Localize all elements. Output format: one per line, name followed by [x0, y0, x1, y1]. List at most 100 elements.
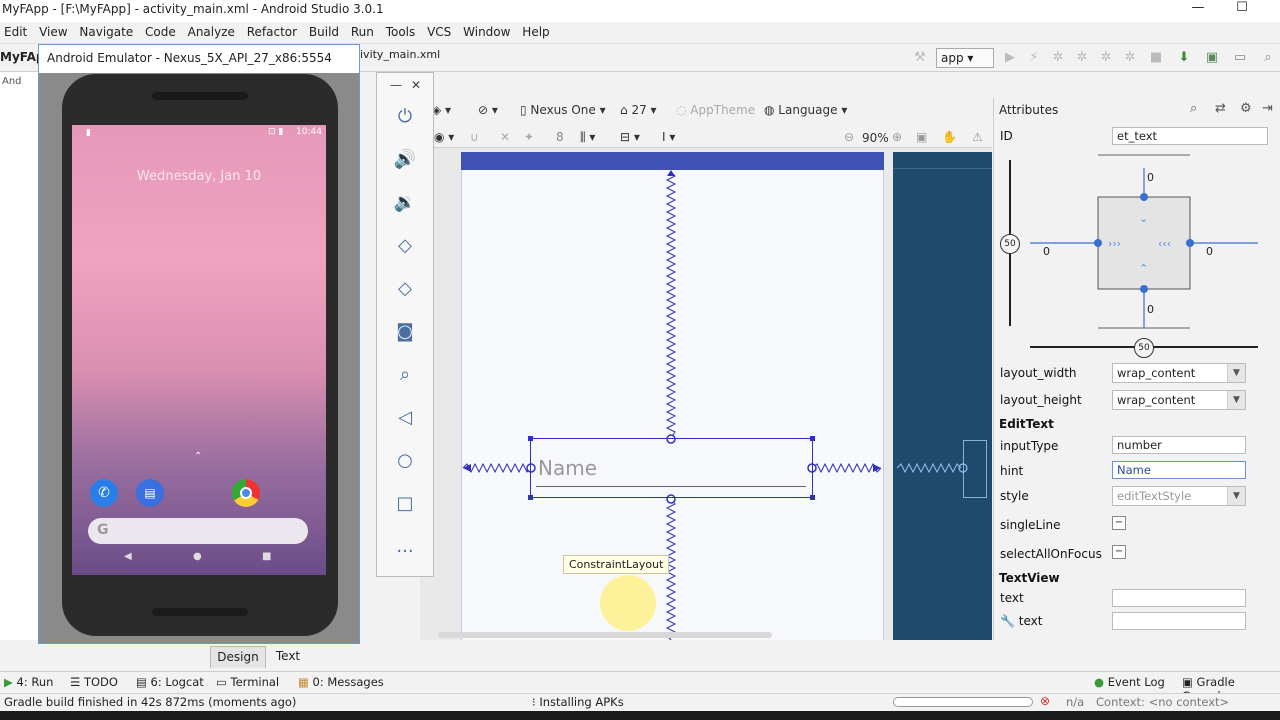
attach-icon[interactable]: ✲ — [1098, 50, 1114, 66]
stop-icon[interactable]: ■ — [1148, 50, 1164, 66]
align-icon[interactable]: ⊟ ▾ — [620, 130, 640, 144]
margin-top[interactable]: 0 — [1147, 171, 1154, 184]
canvas-scrollbar[interactable] — [438, 632, 772, 638]
apply-changes-icon[interactable]: ⚡ — [1026, 50, 1042, 66]
overview-icon[interactable]: □ — [390, 489, 420, 519]
menu-code[interactable]: Code — [141, 22, 180, 39]
single-line-checkbox[interactable]: − — [1112, 516, 1126, 530]
hide-panel-icon[interactable]: ⇥ — [1262, 101, 1273, 116]
sdk-manager-icon[interactable]: ▭ — [1232, 50, 1248, 66]
phone-lock-screen[interactable]: ▮ ⊡ ▮ 10:44 Wednesday, Jan 10 ⌃ ✆ ▤ G ◀ … — [72, 125, 326, 575]
menu-run[interactable]: Run — [347, 22, 378, 39]
debug-icon[interactable]: ✲ — [1050, 50, 1066, 66]
layout-height-select[interactable]: wrap_content ▼ — [1112, 390, 1246, 410]
messages-app-icon[interactable]: ▤ — [136, 479, 164, 507]
cancel-progress-icon[interactable]: ⊗ — [1040, 694, 1050, 708]
volume-down-icon[interactable]: 🔉 — [390, 188, 420, 218]
layout-width-select[interactable]: wrap_content ▼ — [1112, 363, 1246, 383]
api-select[interactable]: ⌂ 27 ▾ — [620, 103, 657, 117]
margin-bottom[interactable]: 0 — [1147, 303, 1154, 316]
tab-text[interactable]: Text — [268, 646, 308, 668]
more-icon[interactable]: ... — [390, 532, 420, 562]
menu-vcs[interactable]: VCS — [423, 22, 455, 39]
margin-left[interactable]: 0 — [1043, 245, 1050, 258]
home-icon[interactable]: ○ — [390, 446, 420, 476]
constraint-inspector[interactable]: ››› ‹‹‹ ⌄ ⌃ — [1000, 150, 1270, 360]
menu-window[interactable]: Window — [459, 22, 514, 39]
google-search-bar[interactable]: G — [88, 518, 308, 544]
search-icon[interactable]: ⌕ — [1260, 50, 1276, 66]
input-type-field[interactable]: number — [1112, 436, 1246, 454]
nav-recents-icon[interactable]: ■ — [262, 551, 271, 562]
select-all-checkbox[interactable]: − — [1112, 545, 1126, 559]
nav-back-icon[interactable]: ◀ — [124, 551, 132, 562]
orientation-icon[interactable]: ⊘ ▾ — [478, 103, 498, 117]
menu-help[interactable]: Help — [518, 22, 553, 39]
run-icon[interactable]: ▶ — [1002, 50, 1018, 66]
default-margin[interactable]: 8 — [556, 130, 564, 144]
zoom-in-icon[interactable]: ⊕ — [892, 130, 902, 144]
design-mode-icon[interactable]: ◈ ▾ — [432, 103, 451, 117]
zoom-fit-icon[interactable]: ▣ — [916, 130, 927, 144]
tool-run[interactable]: ▶ 4: Run — [4, 675, 53, 689]
id-field[interactable]: et_text — [1112, 127, 1268, 145]
eye-icon[interactable]: ◉ ▾ — [434, 130, 454, 144]
magnet-icon[interactable]: ∪ — [470, 130, 479, 144]
search-icon[interactable]: ⌕ — [1190, 101, 1197, 116]
tool-event-log[interactable]: ● Event Log — [1094, 675, 1165, 689]
hint-field[interactable]: Name — [1112, 461, 1246, 479]
pan-icon[interactable]: ✋ — [942, 130, 957, 144]
menu-refactor[interactable]: Refactor — [243, 22, 301, 39]
profile-icon[interactable]: ✲ — [1074, 50, 1090, 66]
margin-right[interactable]: 0 — [1206, 245, 1213, 258]
infer-constraints-icon[interactable]: ✦ — [524, 130, 534, 144]
rotate-left-icon[interactable]: ◇ — [390, 231, 420, 261]
language-select[interactable]: ◍ Language ▾ — [764, 103, 847, 117]
zoom-icon[interactable]: ⌕ — [390, 360, 420, 390]
volume-up-icon[interactable]: 🔊 — [390, 145, 420, 175]
guidelines-icon[interactable]: Ⅰ ▾ — [662, 130, 675, 144]
text-field[interactable] — [1112, 589, 1246, 607]
chrome-app-icon[interactable] — [232, 479, 260, 507]
gear-icon[interactable]: ⚙ — [1240, 101, 1252, 116]
warning-icon[interactable]: ⚠ — [972, 130, 983, 144]
menu-edit[interactable]: Edit — [0, 22, 31, 39]
back-icon[interactable]: ◁ — [390, 403, 420, 433]
horizontal-bias-slider[interactable]: 50 — [1134, 338, 1154, 358]
style-select[interactable]: editTextStyle ▼ — [1112, 486, 1246, 506]
pack-icon[interactable]: ⫼ ▾ — [580, 130, 595, 145]
emulator-minimize-button[interactable]: — — [390, 78, 402, 92]
avd-manager-icon[interactable]: ▣ — [1204, 50, 1220, 66]
tab-design[interactable]: Design — [210, 646, 266, 668]
editor-tab[interactable]: ivity_main.xml — [360, 48, 440, 68]
menu-tools[interactable]: Tools — [382, 22, 420, 39]
nav-home-icon[interactable]: ● — [193, 551, 202, 562]
tool-messages[interactable]: ▦ 0: Messages — [298, 675, 384, 689]
tool-terminal[interactable]: ▭ Terminal — [216, 675, 279, 689]
maximize-button[interactable]: ☐ — [1234, 0, 1250, 18]
camera-icon[interactable]: ◙ — [390, 317, 420, 347]
rotate-right-icon[interactable]: ◇ — [390, 274, 420, 304]
run-config-select[interactable]: app ▾ — [936, 48, 994, 68]
theme-select[interactable]: ◌ AppTheme — [676, 103, 755, 117]
emulator-close-button[interactable]: ✕ — [411, 78, 421, 92]
tool-logcat[interactable]: ▤ 6: Logcat — [136, 675, 204, 689]
vertical-bias-slider[interactable]: 50 — [1000, 234, 1020, 254]
sync-icon[interactable]: ⬇ — [1176, 50, 1192, 66]
tool-todo[interactable]: ☰ TODO — [70, 675, 118, 689]
swap-view-icon[interactable]: ⇄ — [1215, 101, 1226, 116]
zoom-out-icon[interactable]: ⊖ — [844, 130, 854, 144]
tools-text-field[interactable] — [1112, 612, 1246, 630]
os-taskbar — [0, 711, 1280, 720]
coverage-icon[interactable]: ✲ — [1122, 50, 1138, 66]
phone-app-icon[interactable]: ✆ — [90, 479, 118, 507]
menu-build[interactable]: Build — [305, 22, 343, 39]
menu-analyze[interactable]: Analyze — [184, 22, 239, 39]
minimize-button[interactable]: — — [1190, 0, 1206, 18]
power-icon[interactable]: ⏻ — [390, 102, 420, 132]
hammer-icon[interactable]: ⚒ — [912, 50, 928, 66]
clear-constraints-icon[interactable]: ✕ — [500, 130, 510, 144]
menu-navigate[interactable]: Navigate — [75, 22, 137, 39]
device-select[interactable]: ▯ Nexus One ▾ — [520, 103, 606, 117]
menu-view[interactable]: View — [35, 22, 71, 39]
